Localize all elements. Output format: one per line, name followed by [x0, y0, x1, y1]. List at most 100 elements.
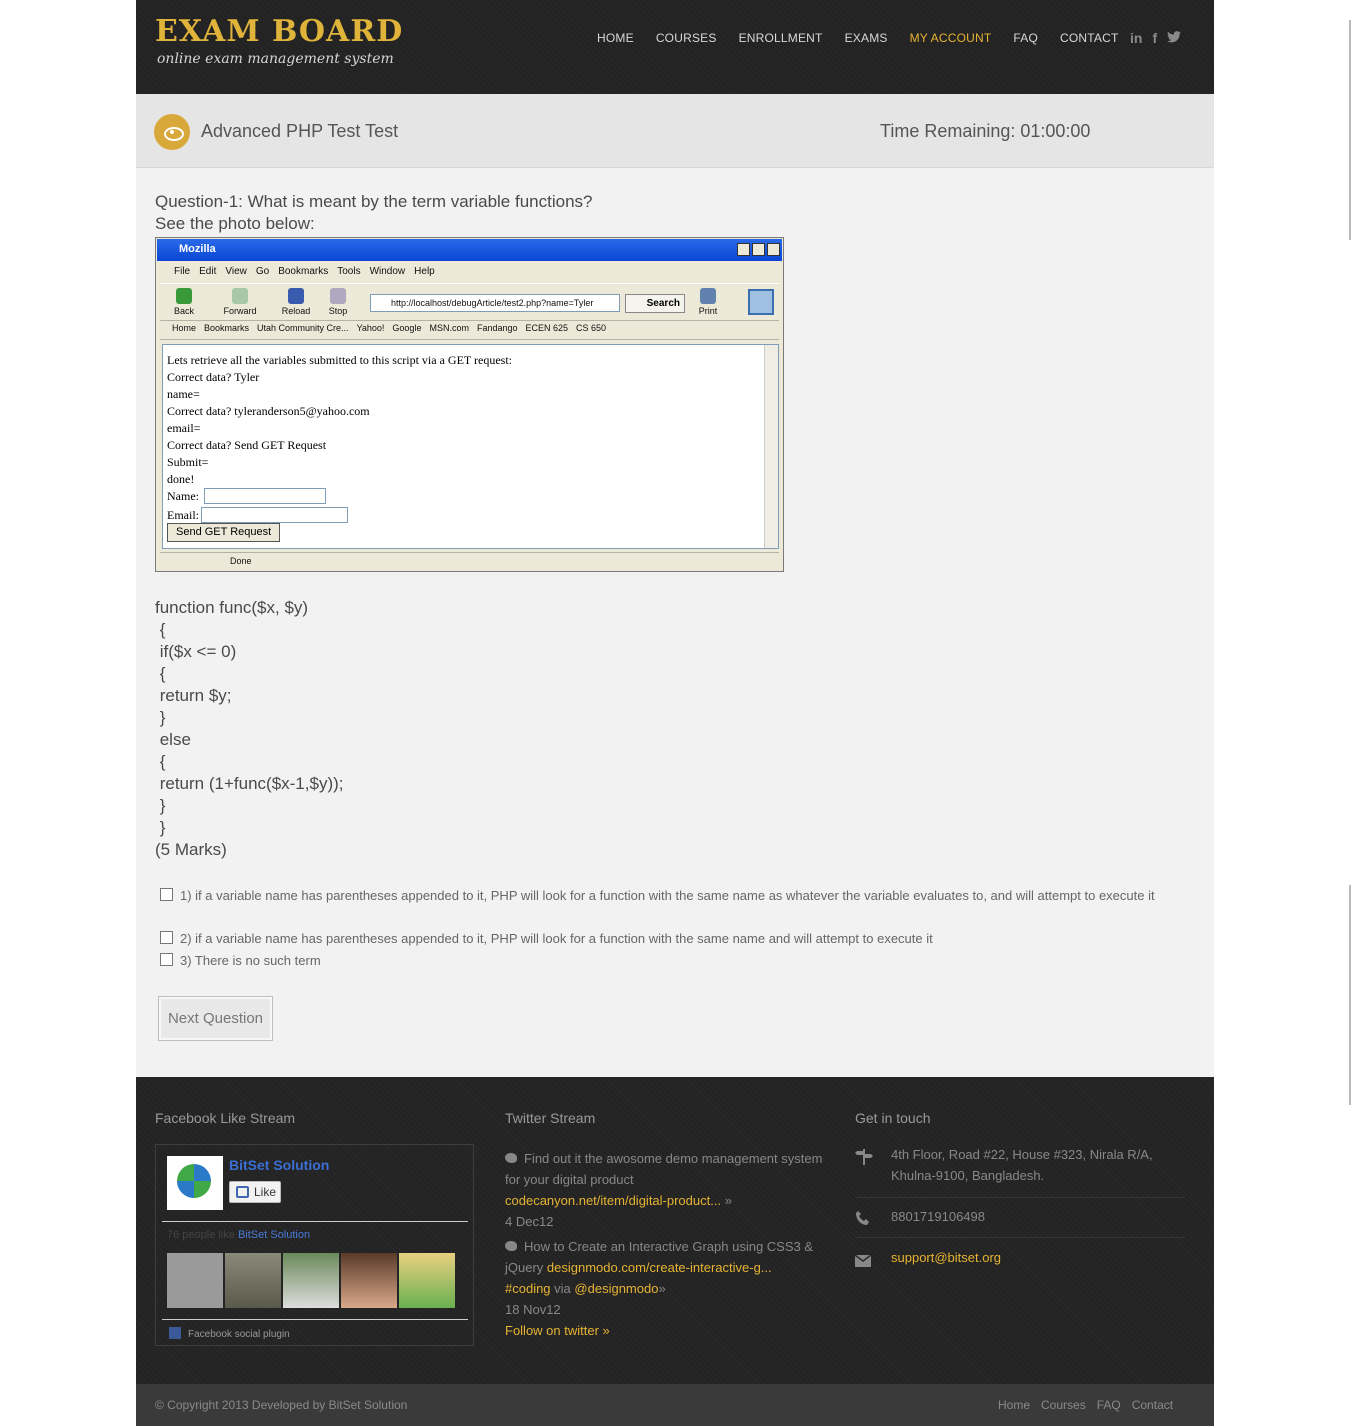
tweet-1: Find out it the awosome demo management … [505, 1148, 835, 1232]
test-title: Advanced PHP Test Test [201, 121, 399, 141]
code-line: { [155, 752, 166, 771]
twitter-icon[interactable] [1167, 30, 1182, 46]
footer-link-home[interactable]: Home [998, 1398, 1030, 1412]
image-text-line: Lets retrieve all the variables submitte… [167, 353, 513, 367]
fan-avatar[interactable] [399, 1253, 455, 1308]
contact-email-link[interactable]: support@bitset.org [891, 1250, 1001, 1265]
twitter-bird-icon [505, 1153, 517, 1163]
image-url-field: http://localhost/debugArticle/test2.php?… [370, 294, 620, 312]
nav-home[interactable]: HOME [586, 31, 645, 45]
site-header: EXAM BOARD online exam management system… [136, 0, 1214, 94]
tweet-date: 4 Dec12 [505, 1214, 554, 1229]
code-line: if($x <= 0) [155, 642, 237, 661]
nav-faq[interactable]: FAQ [1002, 31, 1049, 45]
nav-my-account[interactable]: MY ACCOUNT [899, 31, 1003, 45]
divider [855, 1237, 1185, 1238]
eye-icon [154, 114, 190, 150]
logo-subtitle: online exam management system [157, 51, 394, 67]
image-tool-label: Stop [328, 306, 348, 316]
next-question-button[interactable]: Next Question [158, 996, 273, 1041]
image-bookmark: Utah Community Cre... [257, 323, 349, 333]
image-text-line: Correct data? tyleranderson5@yahoo.com [167, 404, 370, 418]
marks-label: (5 Marks) [155, 840, 227, 859]
code-line: { [155, 620, 166, 639]
fan-avatar[interactable] [167, 1253, 223, 1308]
option-3-checkbox[interactable] [160, 953, 173, 966]
image-toolbar: Back Forward Reload Stop http://localhos… [160, 283, 779, 321]
option-2-checkbox[interactable] [160, 931, 173, 944]
answer-option-3: 3) There is no such term [155, 950, 1195, 971]
image-menu-item: Help [414, 266, 435, 277]
facebook-heading: Facebook Like Stream [155, 1110, 296, 1126]
facebook-like-button[interactable]: Like [229, 1181, 281, 1203]
nav-contact[interactable]: CONTACT [1049, 31, 1130, 45]
contact-phone: 8801719106498 [891, 1209, 985, 1224]
tweet-link[interactable]: codecanyon.net/item/digital-product... [505, 1193, 721, 1208]
image-menu-item: Tools [337, 266, 361, 277]
image-menu-item: Window [369, 266, 406, 277]
minimize-icon [737, 243, 750, 256]
code-line: return $y; [155, 686, 232, 705]
copyright: © Copyright 2013 Developed by BitSet Sol… [155, 1398, 408, 1412]
image-bookmark: Bookmarks [204, 323, 250, 333]
fan-avatar[interactable] [341, 1253, 397, 1308]
fan-avatar[interactable] [225, 1253, 281, 1308]
footer-link-courses[interactable]: Courses [1041, 1398, 1086, 1412]
facebook-icon[interactable]: f [1152, 30, 1157, 46]
image-text-line: done! [167, 472, 195, 486]
image-bookmark: Fandango [476, 323, 518, 333]
image-text-line: name= [167, 387, 200, 401]
image-tool-reload: Reload [276, 288, 316, 316]
image-bookmark: Yahoo! [356, 323, 385, 333]
answer-option-1: 1) if a variable name has parentheses ap… [155, 885, 1195, 906]
image-page-content: Lets retrieve all the variables submitte… [162, 344, 779, 549]
image-tool-label: Forward [223, 306, 257, 316]
image-tool-back: Back [164, 288, 204, 316]
image-tool-print: Print [688, 288, 728, 316]
tweet-hashtag[interactable]: #coding [505, 1281, 551, 1296]
footer-link-contact[interactable]: Contact [1132, 1398, 1173, 1412]
facebook-icon [169, 1327, 181, 1339]
option-1-checkbox[interactable] [160, 888, 173, 901]
tweet-more: » [658, 1281, 666, 1296]
facebook-page-name[interactable]: BitSet Solution [229, 1157, 329, 1173]
fan-avatar[interactable] [283, 1253, 339, 1308]
linkedin-icon[interactable]: in [1130, 30, 1142, 46]
divider [162, 1221, 468, 1222]
contact-address: 4th Floor, Road #22, House #323, Nirala … [891, 1147, 1153, 1183]
nav-enrollment[interactable]: ENROLLMENT [728, 31, 834, 45]
tweet-link[interactable]: designmodo.com/create-interactive-g... [547, 1260, 772, 1275]
tweet-user[interactable]: @designmodo [574, 1281, 658, 1296]
option-3-label: 3) There is no such term [180, 953, 321, 968]
thumbs-up-icon [236, 1186, 249, 1198]
question-image: Mozilla File Edit View Go Bookmarks Tool… [155, 237, 784, 572]
image-send-button: Send GET Request [167, 523, 281, 542]
contact-heading: Get in touch [855, 1110, 931, 1126]
test-title-bar: Advanced PHP Test Test Time Remaining: 0… [136, 94, 1214, 168]
like-label: Like [254, 1185, 277, 1199]
facebook-like-count: 76 people like BitSet Solution [167, 1229, 310, 1241]
bitset-logo[interactable] [167, 1156, 223, 1210]
code-line: else [155, 730, 191, 749]
twitter-bird-icon [505, 1241, 517, 1251]
image-tool-label: Print [698, 306, 718, 316]
option-2-label: 2) if a variable name has parentheses ap… [180, 931, 933, 946]
footer-link-faq[interactable]: FAQ [1097, 1398, 1121, 1412]
footer-nav: Home Courses FAQ Contact [998, 1398, 1184, 1412]
image-search-button: Search [625, 294, 685, 313]
nav-courses[interactable]: COURSES [645, 31, 728, 45]
logo-title[interactable]: EXAM BOARD [155, 14, 403, 49]
image-bookmark: CS 650 [576, 323, 607, 333]
image-email-field [201, 507, 348, 523]
nav-exams[interactable]: EXAMS [834, 31, 899, 45]
twitter-heading: Twitter Stream [505, 1110, 596, 1126]
follow-on-twitter-link[interactable]: Follow on twitter » [505, 1323, 610, 1338]
facebook-plugin-label[interactable]: Facebook social plugin [169, 1327, 290, 1340]
image-text-line: Correct data? Send GET Request [167, 438, 327, 452]
maximize-icon [752, 243, 765, 256]
like-count-page-link[interactable]: BitSet Solution [238, 1229, 310, 1241]
like-count-prefix: 76 people like [167, 1229, 235, 1241]
image-tool-stop: Stop [318, 288, 358, 316]
time-remaining: Time Remaining: 01:00:00 [880, 121, 1091, 141]
image-text-line: email= [167, 421, 201, 435]
